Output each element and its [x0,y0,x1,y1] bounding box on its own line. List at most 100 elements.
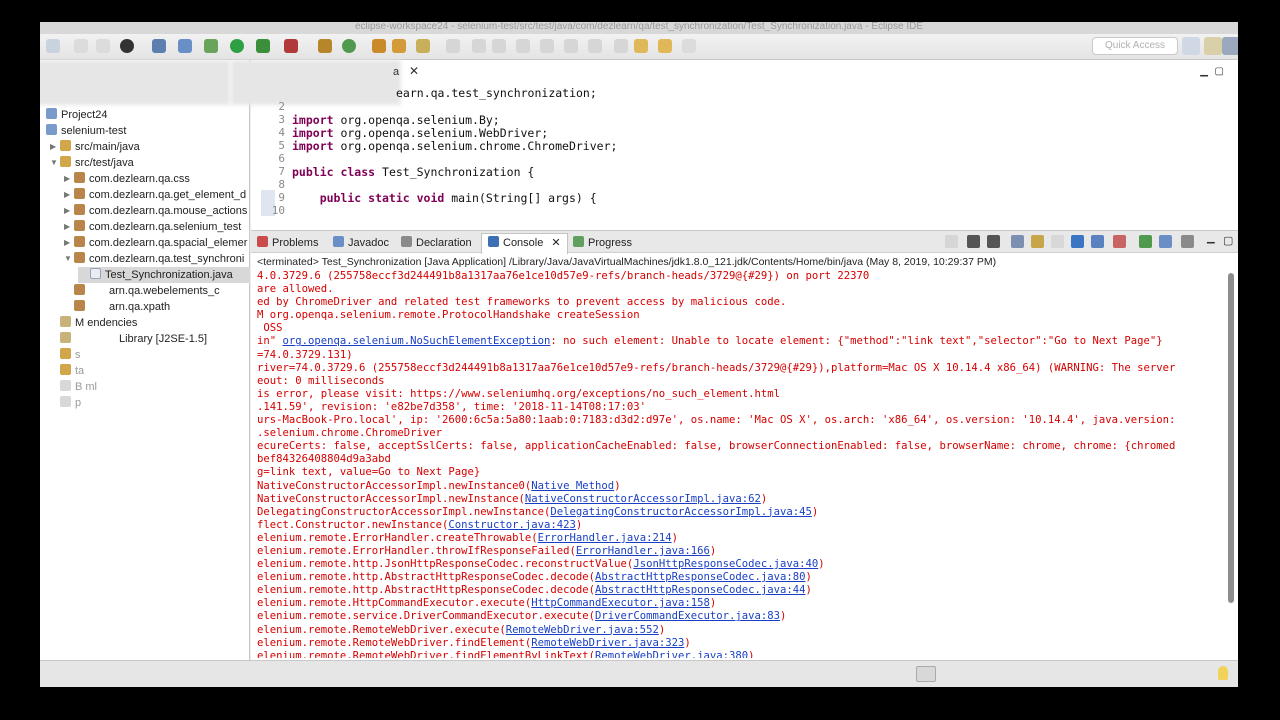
stacktrace-link[interactable]: RemoteWebDriver.java:323 [531,637,684,649]
show-stderr-icon[interactable] [1091,235,1104,248]
tree-item-folder[interactable]: s [60,347,81,363]
tree-item-package[interactable]: com.dezlearn.qa.css [74,171,190,187]
chevron-right-icon[interactable]: ▶ [64,190,70,199]
open-type-icon[interactable] [152,39,166,53]
chevron-right-icon[interactable]: ▶ [64,238,70,247]
tree-item-package[interactable]: com.dezlearn.qa.test_synchroni [74,251,244,267]
stacktrace-link[interactable]: JsonHttpResponseCodec.java:40 [633,558,818,570]
code-editor[interactable]: a ✕ ▁ ▢ earn.qa.test_synchronization; 2 … [231,60,1238,240]
back-icon[interactable] [634,39,648,53]
view-menu-icon[interactable] [1181,235,1194,248]
previous-annotation-icon[interactable] [492,39,506,53]
external-tools-icon[interactable] [284,39,298,53]
debug-icon[interactable] [204,39,218,53]
stacktrace-link[interactable]: ErrorHandler.java:214 [538,532,672,544]
tab-problems[interactable]: Problems [257,234,318,252]
tree-item-package[interactable]: com.dezlearn.qa.mouse_actions [74,203,247,219]
open-folder-icon[interactable] [372,39,386,53]
scroll-lock-icon[interactable] [1031,235,1044,248]
show-whitespace-icon[interactable] [588,39,602,53]
save-icon[interactable] [74,39,88,53]
stacktrace-link[interactable]: RemoteWebDriver.java:552 [506,624,659,636]
last-edit-icon[interactable] [614,39,628,53]
stacktrace-link[interactable]: DelegatingConstructorAccessorImpl.java:4… [550,506,812,518]
chevron-right-icon[interactable]: ▶ [64,222,70,231]
skip-breakpoints-icon[interactable] [178,39,192,53]
open-console-icon[interactable] [1159,235,1172,248]
lightbulb-icon[interactable] [1218,666,1228,680]
pin-icon[interactable] [516,39,530,53]
stacktrace-link[interactable]: AbstractHttpResponseCodec.java:44 [595,584,805,596]
stacktrace-link[interactable]: NativeConstructorAccessorImpl.java:62 [525,493,761,505]
stacktrace-link[interactable]: AbstractHttpResponseCodec.java:80 [595,571,805,583]
editor-tab-label[interactable]: a [393,66,399,78]
java-ee-perspective-icon[interactable] [1204,37,1222,55]
tree-item-file[interactable]: B ml [60,379,97,395]
tree-item-maven-dependencies[interactable]: M endencies [60,315,137,331]
tree-item-package[interactable]: com.dezlearn.qa.get_element_d [74,187,246,203]
maximize-icon[interactable]: ▢ [1223,234,1233,247]
workspace-icon[interactable] [916,666,936,682]
tab-declaration[interactable]: Declaration [401,234,472,252]
annotation-icon[interactable] [446,39,460,53]
chevron-right-icon[interactable]: ▶ [50,142,56,151]
block-selection-icon[interactable] [564,39,578,53]
run-icon[interactable] [230,39,244,53]
forward-icon[interactable] [658,39,672,53]
tree-item-src-main-java[interactable]: src/main/java [60,139,140,155]
java-perspective-icon[interactable] [1222,37,1238,55]
close-icon[interactable]: ✕ [409,64,419,78]
debug-target-icon[interactable] [120,39,134,53]
tab-javadoc[interactable]: Javadoc [333,234,389,252]
stacktrace-link[interactable]: org.openqa.selenium.NoSuchElementExcepti… [283,335,551,347]
stacktrace-link[interactable]: ErrorHandler.java:166 [576,545,710,557]
chevron-right-icon[interactable]: ▶ [64,206,70,215]
minimize-icon[interactable]: ▁ [1200,66,1208,77]
tree-item-java-file[interactable]: Test_Synchronization.java [78,267,250,283]
chevron-down-icon[interactable]: ▼ [50,158,58,167]
new-package-icon[interactable] [342,39,356,53]
remove-launch-icon[interactable] [967,235,980,248]
stacktrace-link[interactable]: HttpCommandExecutor.java:158 [531,597,710,609]
maximize-icon[interactable]: ▢ [1215,66,1224,77]
tab-progress[interactable]: Progress [573,234,632,252]
tree-item-src-test-java[interactable]: src/test/java [60,155,134,171]
tree-item-package[interactable]: arn.qa.webelements_c [74,283,220,299]
console-output[interactable]: 4.0.3729.6 (255758eccf3d244491b8a1317aa7… [257,270,1227,658]
show-console-output-icon[interactable] [1071,235,1084,248]
stacktrace-link[interactable]: RemoteWebDriver.java:380 [595,650,748,658]
remove-all-terminated-icon[interactable] [987,235,1000,248]
print-icon[interactable] [96,39,110,53]
stacktrace-link[interactable]: Constructor.java:423 [448,519,576,531]
search-icon[interactable] [416,39,430,53]
tree-item-folder[interactable]: ta [60,363,84,379]
tab-console[interactable]: Console ✕ [481,233,568,254]
tree-item-package[interactable]: arn.qa.xpath [74,299,170,315]
pin-console-icon[interactable] [1113,235,1126,248]
display-console-icon[interactable] [1139,235,1152,248]
tree-item-jre-library[interactable]: Library [J2SE-1.5] [60,331,207,347]
stacktrace-link[interactable]: DriverCommandExecutor.java:83 [595,610,780,622]
tree-item-selenium-test[interactable]: selenium-test [46,123,126,139]
toggle-mark-icon[interactable] [540,39,554,53]
tree-item-package[interactable]: com.dezlearn.qa.spacial_elemer [74,235,247,251]
clear-console-icon[interactable] [1011,235,1024,248]
new-java-project-icon[interactable] [318,39,332,53]
open-perspective-icon[interactable] [1182,37,1200,55]
word-wrap-icon[interactable] [1051,235,1064,248]
quick-access-input[interactable]: Quick Access [1092,37,1178,55]
new-icon[interactable] [46,39,60,53]
tree-item-file[interactable]: p [60,395,81,411]
console-scrollbar[interactable] [1228,273,1234,603]
close-icon[interactable]: ✕ [551,237,560,249]
next-annotation-icon[interactable] [472,39,486,53]
open-file-icon[interactable] [392,39,406,53]
history-icon[interactable] [682,39,696,53]
minimize-icon[interactable]: ▁ [1207,233,1215,244]
tree-item-package[interactable]: com.dezlearn.qa.selenium_test [74,219,241,235]
coverage-icon[interactable] [256,39,270,53]
tree-item-project24[interactable]: Project24 [46,107,107,123]
terminate-icon[interactable] [945,235,958,248]
stacktrace-link[interactable]: Native Method [531,480,614,492]
chevron-down-icon[interactable]: ▼ [64,254,72,263]
